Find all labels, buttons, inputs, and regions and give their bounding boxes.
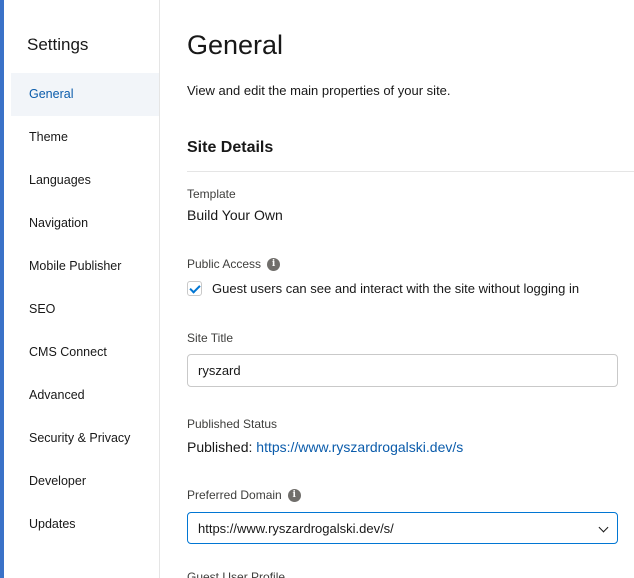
public-access-checkbox[interactable] (187, 281, 202, 296)
sidebar-item-theme[interactable]: Theme (11, 116, 159, 159)
sidebar-item-developer[interactable]: Developer (11, 460, 159, 503)
sidebar-title: Settings (27, 35, 89, 54)
preferred-domain-label-text: Preferred Domain (187, 488, 282, 502)
sidebar-item-cms-connect[interactable]: CMS Connect (11, 331, 159, 374)
site-title-label: Site Title (187, 331, 233, 345)
published-status-prefix: Published: (187, 439, 253, 455)
published-status-value: Published: https://www.ryszardrogalski.d… (187, 439, 463, 455)
chevron-down-icon (598, 522, 609, 533)
sidebar-item-languages[interactable]: Languages (11, 159, 159, 202)
guest-user-profile-label: Guest User Profile (187, 570, 286, 578)
template-label-text: Template (187, 187, 236, 201)
site-title-input[interactable] (187, 354, 618, 387)
settings-sidebar: Settings General Theme Languages Navigat… (11, 0, 160, 578)
public-access-checkbox-label: Guest users can see and interact with th… (212, 281, 580, 296)
sidebar-nav-list: General Theme Languages Navigation Mobil… (11, 73, 159, 546)
preferred-domain-label: Preferred Domain i (187, 488, 301, 502)
section-divider (187, 171, 634, 172)
public-access-label: Public Access i (187, 257, 281, 271)
template-value: Build Your Own (187, 207, 283, 223)
left-accent-bar (0, 0, 4, 578)
page-title: General (187, 30, 284, 60)
public-access-label-text: Public Access (187, 257, 262, 271)
sidebar-item-navigation[interactable]: Navigation (11, 202, 159, 245)
published-site-link[interactable]: https://www.ryszardrogalski.dev/s (256, 439, 463, 455)
info-icon[interactable]: i (287, 488, 301, 502)
sidebar-item-general[interactable]: General (11, 73, 159, 116)
preferred-domain-selected-value: https://www.ryszardrogalski.dev/s/ (198, 520, 394, 536)
public-access-checkbox-row[interactable]: Guest users can see and interact with th… (187, 281, 579, 296)
sidebar-item-mobile-publisher[interactable]: Mobile Publisher (11, 245, 159, 288)
page-description: View and edit the main properties of you… (187, 83, 451, 98)
sidebar-item-security-privacy[interactable]: Security & Privacy (11, 417, 159, 460)
sidebar-item-advanced[interactable]: Advanced (11, 374, 159, 417)
sidebar-item-updates[interactable]: Updates (11, 503, 159, 546)
preferred-domain-select[interactable]: https://www.ryszardrogalski.dev/s/ (187, 512, 618, 544)
main-content: General View and edit the main propertie… (187, 0, 634, 578)
info-icon[interactable]: i (267, 257, 281, 271)
sidebar-item-seo[interactable]: SEO (11, 288, 159, 331)
published-status-label-text: Published Status (187, 417, 278, 431)
site-title-label-text: Site Title (187, 331, 234, 345)
section-title-site-details: Site Details (187, 139, 274, 156)
published-status-label: Published Status (187, 417, 277, 431)
template-label: Template (187, 187, 236, 201)
